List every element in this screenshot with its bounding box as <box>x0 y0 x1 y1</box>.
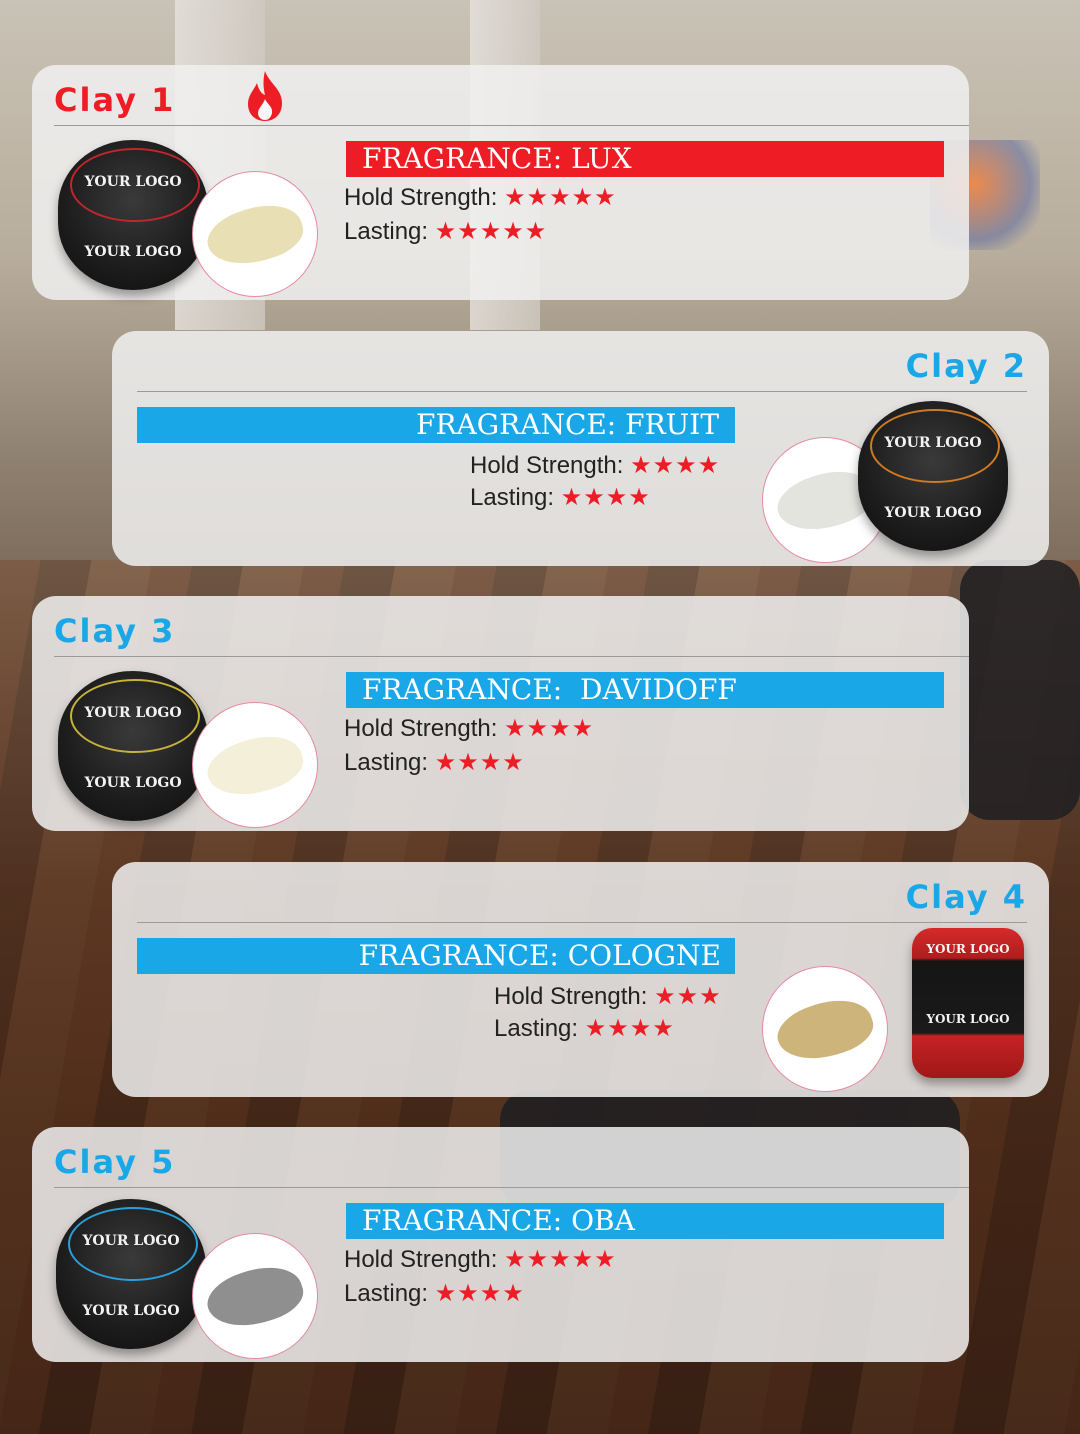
star-rating: ★★★ <box>654 983 722 1010</box>
divider <box>137 922 1027 923</box>
card-title: Clay 3 <box>54 612 176 650</box>
flame-icon <box>248 71 282 121</box>
star-rating: ★★★★ <box>434 749 525 776</box>
lasting-rating: Lasting: ★★★★ <box>494 1015 675 1042</box>
hold-strength-rating: Hold Strength: ★★★★ <box>470 452 721 479</box>
product-card-clay-4: Clay 4 FRAGRANCE: COLOGNE Hold Strength:… <box>112 862 1049 1097</box>
barber-chair <box>960 560 1080 820</box>
product-card-clay-5: Clay 5 YOUR LOGO YOUR LOGO FRAGRANCE: OB… <box>32 1127 969 1362</box>
star-rating: ★★★★ <box>434 1280 525 1307</box>
fragrance-banner: FRAGRANCE: OBA <box>346 1203 944 1239</box>
clay-texture-swatch <box>192 702 318 828</box>
clay-texture-swatch <box>192 171 318 297</box>
card-title: Clay 4 <box>905 878 1027 916</box>
clay-texture-swatch <box>762 966 888 1092</box>
divider <box>54 1187 969 1188</box>
star-rating: ★★★★ <box>630 452 721 479</box>
lasting-rating: Lasting: ★★★★ <box>470 484 651 511</box>
clay-jar-image: YOUR LOGO YOUR LOGO <box>56 1199 206 1349</box>
lasting-rating: Lasting: ★★★★★ <box>344 218 548 245</box>
divider <box>137 391 1027 392</box>
fragrance-banner: FRAGRANCE: DAVIDOFF <box>346 672 944 708</box>
fragrance-banner: FRAGRANCE: LUX <box>346 141 944 177</box>
card-title: Clay 2 <box>905 347 1027 385</box>
star-rating: ★★★★★ <box>504 1246 617 1273</box>
lasting-rating: Lasting: ★★★★ <box>344 1280 525 1307</box>
star-rating: ★★★★★ <box>504 184 617 211</box>
hold-strength-rating: Hold Strength: ★★★★★ <box>344 184 617 211</box>
clay-jar-image: YOUR LOGO YOUR LOGO <box>912 928 1024 1078</box>
star-rating: ★★★★ <box>560 484 651 511</box>
clay-jar-image: YOUR LOGO YOUR LOGO <box>858 401 1008 551</box>
hold-strength-rating: Hold Strength: ★★★★★ <box>344 1246 617 1273</box>
card-title: Clay 1 <box>54 81 176 119</box>
star-rating: ★★★★★ <box>434 218 548 245</box>
product-card-clay-1: Clay 1 YOUR LOGO YOUR LOGO FRAGRANCE: LU… <box>32 65 969 300</box>
divider <box>54 125 969 126</box>
divider <box>54 656 969 657</box>
clay-texture-swatch <box>192 1233 318 1359</box>
clay-jar-image: YOUR LOGO YOUR LOGO <box>58 671 208 821</box>
lasting-rating: Lasting: ★★★★ <box>344 749 525 776</box>
card-title: Clay 5 <box>54 1143 176 1181</box>
product-card-clay-3: Clay 3 YOUR LOGO YOUR LOGO FRAGRANCE: DA… <box>32 596 969 831</box>
product-card-clay-2: Clay 2 FRAGRANCE: FRUIT Hold Strength: ★… <box>112 331 1049 566</box>
star-rating: ★★★★ <box>584 1015 675 1042</box>
fragrance-banner: FRAGRANCE: COLOGNE <box>137 938 735 974</box>
star-rating: ★★★★ <box>504 715 595 742</box>
hold-strength-rating: Hold Strength: ★★★★ <box>344 715 595 742</box>
clay-jar-image: YOUR LOGO YOUR LOGO <box>58 140 208 290</box>
fragrance-banner: FRAGRANCE: FRUIT <box>137 407 735 443</box>
hold-strength-rating: Hold Strength: ★★★ <box>494 983 722 1010</box>
